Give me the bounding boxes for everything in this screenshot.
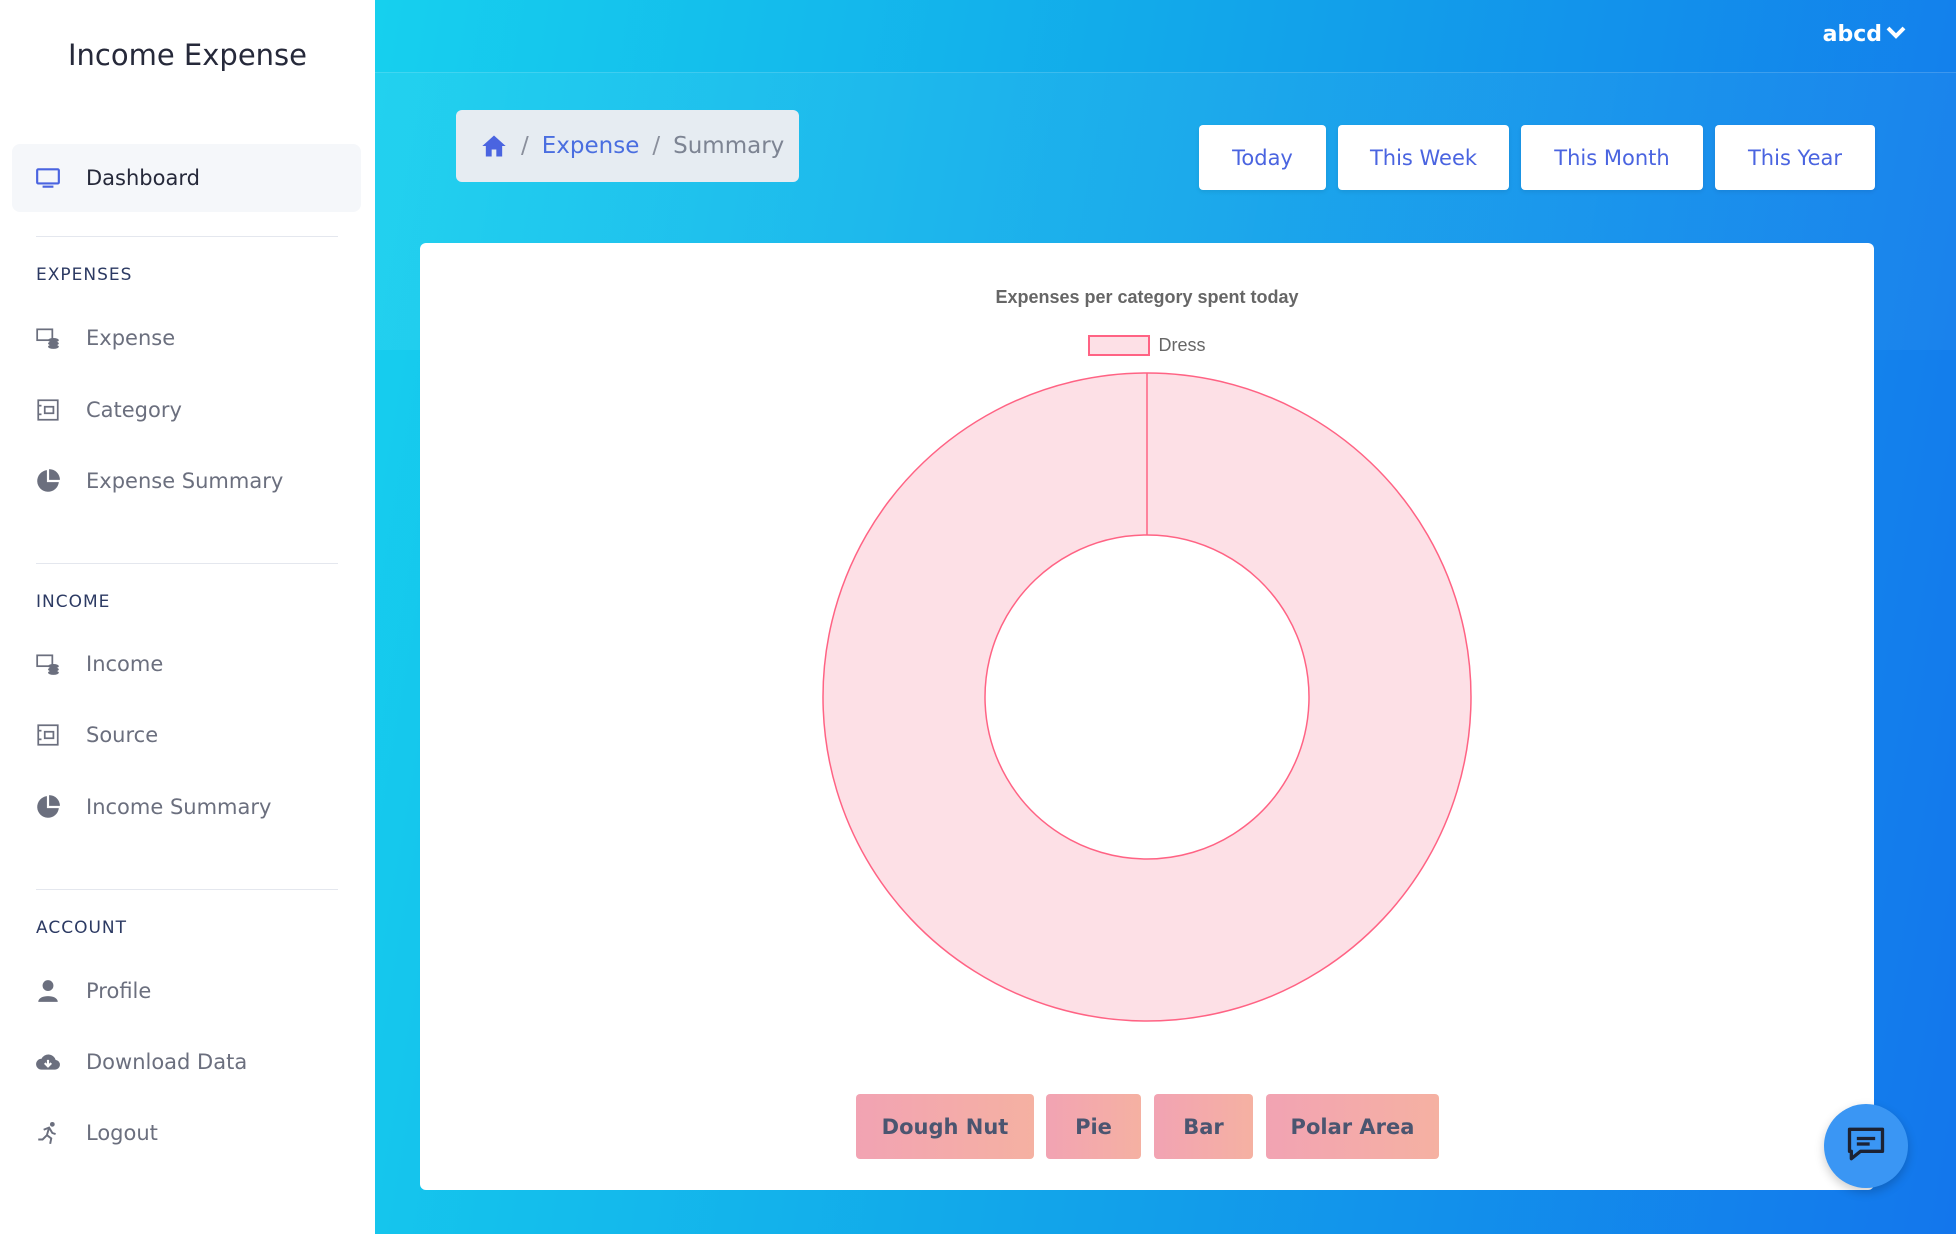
- chart-title: Expenses per category spent today: [995, 287, 1299, 307]
- section-title-expenses: EXPENSES: [36, 265, 133, 285]
- sidebar-item-income[interactable]: Income: [12, 630, 361, 698]
- chart-type-bar-button[interactable]: Bar: [1154, 1094, 1253, 1159]
- user-menu[interactable]: abcd: [1823, 22, 1906, 47]
- range-this-week-button[interactable]: This Week: [1338, 125, 1509, 190]
- sidebar: Income Expense Dashboard EXPENSES Expens…: [0, 0, 375, 1234]
- chart-type-pie-button[interactable]: Pie: [1046, 1094, 1141, 1159]
- sidebar-item-income-summary[interactable]: Income Summary: [12, 773, 361, 841]
- sidebar-item-label: Logout: [86, 1121, 158, 1145]
- doughnut-chart: [822, 372, 1472, 1022]
- money-stack-icon: [34, 650, 62, 678]
- breadcrumb-separator: /: [652, 133, 661, 159]
- section-title-account: ACCOUNT: [36, 918, 127, 938]
- chat-icon: [1844, 1122, 1888, 1171]
- sidebar-item-label: Income Summary: [86, 795, 272, 819]
- chart-type-polar-area-button[interactable]: Polar Area: [1266, 1094, 1439, 1159]
- sidebar-item-dashboard[interactable]: Dashboard: [12, 144, 361, 212]
- topbar-divider: [375, 72, 1956, 73]
- sidebar-item-label: Income: [86, 652, 164, 676]
- sidebar-item-category[interactable]: Category: [12, 376, 361, 444]
- divider: [36, 889, 338, 890]
- range-today-button[interactable]: Today: [1199, 125, 1326, 190]
- breadcrumb-current: Summary: [673, 133, 785, 159]
- monitor-icon: [34, 164, 62, 192]
- sidebar-item-download-data[interactable]: Download Data: [12, 1028, 361, 1096]
- cloud-download-icon: [34, 1048, 62, 1076]
- user-name: abcd: [1822, 22, 1882, 47]
- sidebar-item-label: Download Data: [86, 1050, 248, 1074]
- section-title-income: INCOME: [36, 592, 111, 612]
- legend-label: Dress: [1158, 335, 1206, 355]
- sidebar-item-label: Dashboard: [86, 166, 200, 190]
- breadcrumb-link-expense[interactable]: Expense: [542, 133, 640, 159]
- range-this-year-button[interactable]: This Year: [1715, 125, 1875, 190]
- divider: [36, 236, 338, 237]
- sidebar-item-expense-summary[interactable]: Expense Summary: [12, 447, 361, 515]
- user-icon: [34, 977, 62, 1005]
- chart-type-doughnut-button[interactable]: Dough Nut: [856, 1094, 1034, 1159]
- sidebar-item-expense[interactable]: Expense: [12, 304, 361, 372]
- sidebar-item-label: Expense: [86, 326, 176, 350]
- sidebar-item-label: Source: [86, 723, 159, 747]
- sidebar-item-profile[interactable]: Profile: [12, 957, 361, 1025]
- pie-chart-icon: [34, 793, 62, 821]
- sidebar-item-source[interactable]: Source: [12, 701, 361, 769]
- money-stack-icon: [34, 324, 62, 352]
- sidebar-item-label: Profile: [86, 979, 152, 1003]
- home-icon[interactable]: [480, 132, 508, 160]
- chart-legend[interactable]: Dress: [420, 335, 1874, 356]
- breadcrumb: / Expense / Summary: [456, 110, 799, 182]
- chart-card: Expenses per category spent today Dress …: [420, 243, 1874, 1190]
- breadcrumb-separator: /: [521, 133, 529, 159]
- sidebar-item-label: Category: [86, 398, 182, 422]
- running-person-icon: [34, 1119, 62, 1147]
- main-content: abcd / Expense / Summary Today This Week…: [375, 0, 1956, 1234]
- source-icon: [34, 721, 62, 749]
- chat-button[interactable]: [1824, 1104, 1908, 1188]
- category-icon: [34, 396, 62, 424]
- app-title: Income Expense: [68, 38, 307, 72]
- pie-chart-icon: [34, 467, 62, 495]
- sidebar-item-logout[interactable]: Logout: [12, 1099, 361, 1167]
- legend-swatch: [1088, 335, 1151, 356]
- divider: [36, 563, 338, 564]
- range-this-month-button[interactable]: This Month: [1521, 125, 1703, 190]
- sidebar-item-label: Expense Summary: [86, 469, 284, 493]
- chevron-down-icon: [1886, 22, 1906, 47]
